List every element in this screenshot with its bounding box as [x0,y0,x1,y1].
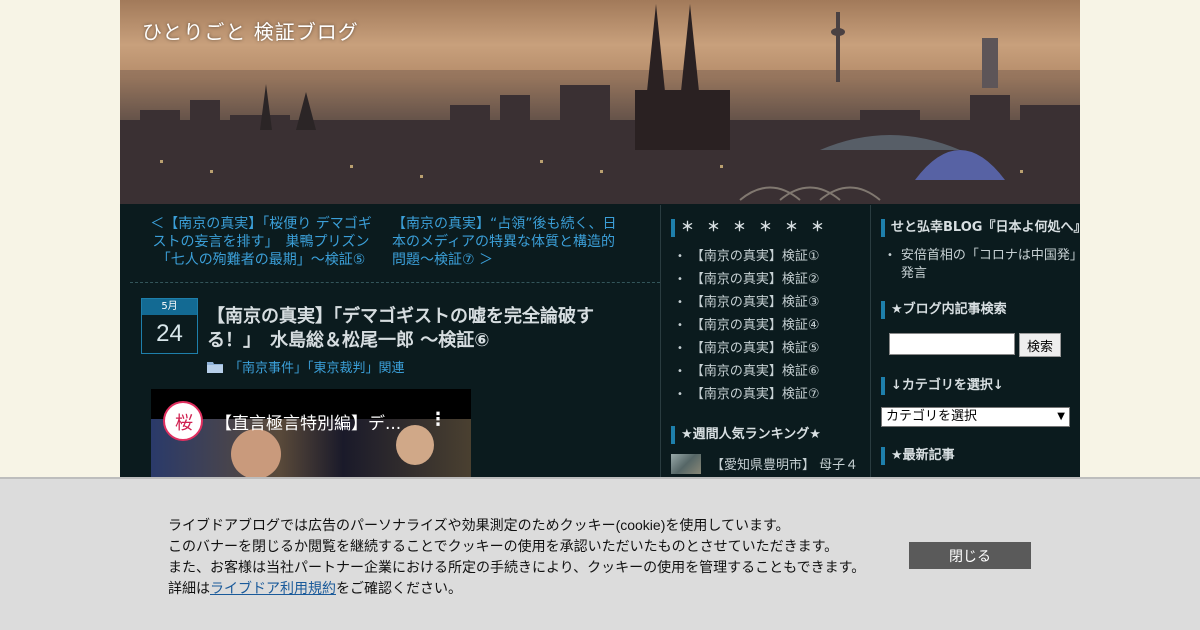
folder-icon [207,362,223,373]
speaker-face-right [396,425,434,465]
list-item[interactable]: • 【南京の真実】検証① [677,245,870,268]
blog-title[interactable]: ひとりごと 検証ブログ [142,16,359,45]
article-category: 「南京事件」「東京裁判」関連 [207,357,405,376]
ranking-item-text[interactable]: 【愛知県豊明市】 母子４ [711,454,858,473]
list-item[interactable]: • 【南京の真実】検証⑤ [677,337,870,360]
category-link[interactable]: 「南京事件」「東京裁判」関連 [229,357,405,376]
list-item[interactable]: • 【南京の真実】検証⑥ [677,360,870,383]
cookie-banner: ライブドアブログでは広告のパーソナライズや効果測定のためクッキー(cookie)… [0,477,1200,630]
cookie-line: また、お客様は当社パートナー企業における所定の手続きにより、クッキーの使用を管理… [168,559,866,575]
video-embed[interactable]: 桜 【直言極言特別編】デ... ⋮ [151,389,471,477]
close-button[interactable]: 閉じる [909,542,1031,569]
linked-blog-list: • 安倍首相の「コロナは中国発」発言 [881,247,1080,283]
bullet-icon: • [677,343,683,354]
cookie-line: ライブドアブログでは広告のパーソナライズや効果測定のためクッキー(cookie)… [168,517,790,533]
post-pager: ＜【南京の真実】「桜便り デマゴギストの妄言を排す」 巣鴨プリズン「七人の殉難者… [130,205,660,283]
bullet-icon: • [677,297,683,308]
video-title[interactable]: 【直言極言特別編】デ... [215,409,401,434]
terms-link[interactable]: ライブドア利用規約 [210,580,336,596]
main-column: ＜【南京の真実】「桜便り デマゴギストの妄言を排す」 巣鴨プリズン「七人の殉難者… [130,205,660,354]
category-heading: ↓カテゴリを選択↓ [881,377,1080,395]
bullet-icon: • [677,320,683,331]
channel-logo[interactable]: 桜 [163,401,203,441]
speaker-face-left [231,429,281,477]
list-item[interactable]: • 【南京の真実】検証⑦ [677,383,870,406]
bullet-icon: • [677,251,683,262]
sidebar-heading-stars: ＊ ＊ ＊ ＊ ＊ ＊ [671,219,870,237]
cookie-text: ライブドアブログでは広告のパーソナライズや効果測定のためクッキー(cookie)… [168,515,865,599]
bullet-icon: • [677,366,683,377]
ranking-item[interactable]: 【愛知県豊明市】 母子４ [671,454,870,474]
search-button[interactable]: 検索 [1019,333,1061,357]
more-options-icon[interactable]: ⋮ [429,409,447,430]
date-badge: 5月 24 [141,298,198,354]
list-item[interactable]: • 【南京の真実】検証③ [677,291,870,314]
search-heading: ★ブログ内記事検索 [881,301,1080,319]
prev-post-link[interactable]: ＜【南京の真実】「桜便り デマゴギストの妄言を排す」 巣鴨プリズン「七人の殉難者… [148,215,374,270]
category-select-value: カテゴリを選択 [886,409,978,424]
category-select[interactable]: カテゴリを選択 ▼ [881,407,1070,427]
nanking-list: • 【南京の真実】検証① • 【南京の真実】検証② • 【南京の真実】検証③ • 【南京… [671,245,870,406]
bullet-icon: • [677,274,683,285]
list-item[interactable]: • 【南京の真実】検証② [677,268,870,291]
ranking-thumbnail[interactable] [671,454,701,474]
list-item[interactable]: • 安倍首相の「コロナは中国発」発言 [887,247,1080,283]
date-day: 24 [156,320,183,347]
recent-posts-heading: ★最新記事 [881,447,1080,465]
linked-blog-heading[interactable]: せと弘幸BLOG『日本よ何処へ』 [881,219,1086,237]
article-title[interactable]: 【南京の真実】「デマゴギストの嘘を完全論破する！」 水島総＆松尾一郎 ～検証⑥ [207,305,617,353]
search-input[interactable] [889,333,1015,355]
article: 5月 24 [130,283,660,354]
cookie-line: 詳細はライブドア利用規約をご確認ください。 [168,580,462,596]
blog-header[interactable]: ひとりごと 検証ブログ [120,0,1080,204]
bullet-icon: • [677,389,683,400]
search-form: 検索 [889,333,1080,357]
next-post-link[interactable]: 【南京の真実】“占領”後も続く、日本のメディアの特異な体質と構造的問題～検証⑦ … [392,215,618,270]
date-month: 5月 [142,299,197,315]
ranking-heading: ★週間人気ランキング★ [671,426,870,444]
list-item[interactable]: • 【南京の真実】検証④ [677,314,870,337]
cookie-line: このバナーを閉じるか閲覧を継続することでクッキーの使用を承認いただいたものとさせ… [168,538,839,554]
bullet-icon: • [887,250,893,261]
dropdown-arrow-icon: ▼ [1057,411,1065,422]
